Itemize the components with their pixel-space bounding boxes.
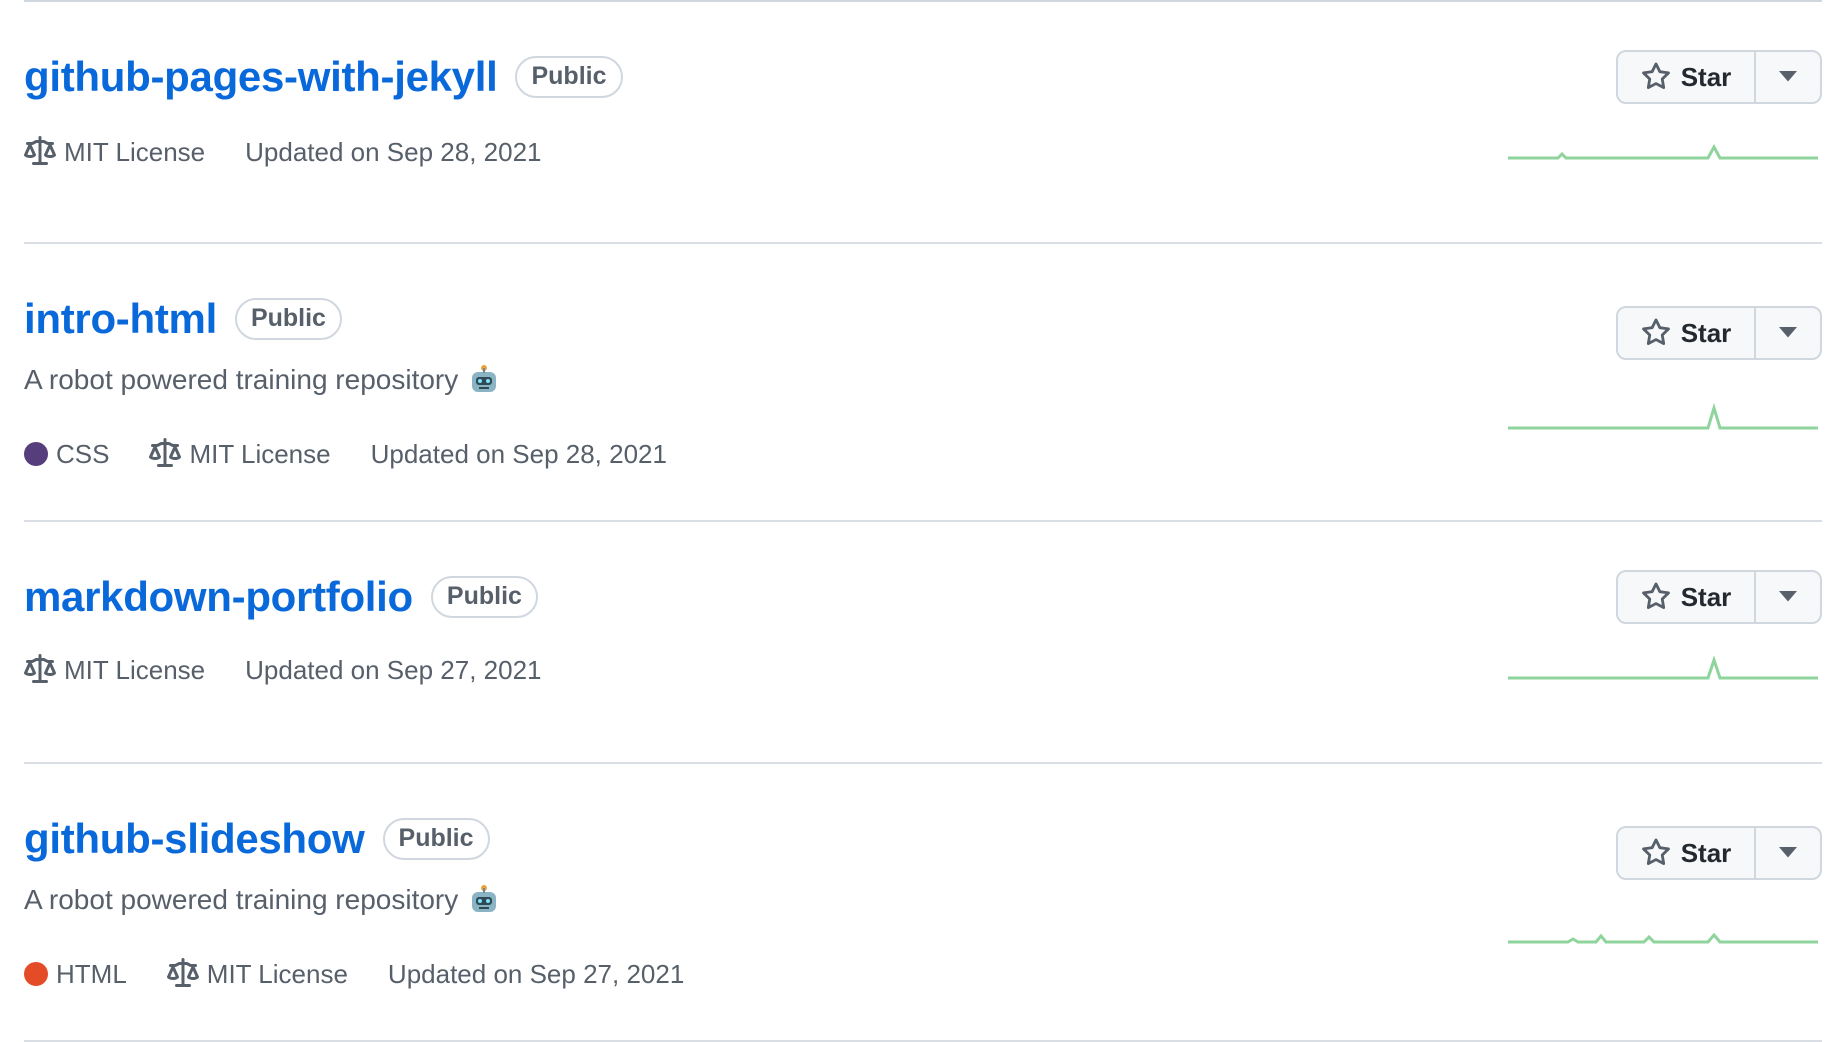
star-icon (1641, 838, 1670, 866)
repo-title-row: intro-html Public (24, 298, 342, 340)
activity-sparkline (1508, 143, 1818, 160)
license-item[interactable]: MIT License (149, 438, 331, 470)
star-button-group: Star (1616, 570, 1822, 624)
updated-date: Updated on Sep 27, 2021 (387, 958, 685, 989)
star-list-dropdown-button[interactable] (1756, 308, 1820, 358)
activity-sparkline (1508, 932, 1818, 944)
repo-description: A robot powered training repository (24, 884, 500, 916)
visibility-badge: Public (430, 576, 538, 618)
description-text: A robot powered training repository (24, 884, 459, 915)
repo-item: github-slideshow Public A robot powered … (24, 762, 1822, 1042)
license-label: MIT License (64, 136, 206, 167)
star-label: Star (1680, 581, 1732, 612)
triangle-down-icon (1779, 847, 1797, 858)
star-label: Star (1680, 837, 1732, 868)
language-name: HTML (56, 958, 127, 989)
repo-description: A robot powered training repository (24, 364, 500, 396)
triangle-down-icon (1779, 327, 1797, 338)
language-color-dot (24, 442, 48, 466)
repo-item: github-pages-with-jekyll Public MIT Lice… (24, 0, 1822, 244)
license-label: MIT License (189, 438, 331, 469)
repo-name-link[interactable]: markdown-portfolio (24, 576, 413, 618)
repo-title-row: github-pages-with-jekyll Public (24, 56, 623, 98)
activity-sparkline (1508, 402, 1818, 430)
repo-name-link[interactable]: github-slideshow (24, 818, 365, 860)
visibility-badge: Public (234, 298, 342, 340)
license-label: MIT License (64, 654, 206, 685)
star-button[interactable]: Star (1618, 308, 1756, 358)
repo-title-row: github-slideshow Public (24, 818, 490, 860)
star-list-dropdown-button[interactable] (1756, 52, 1820, 102)
star-icon (1641, 62, 1670, 90)
law-icon (24, 654, 56, 683)
star-button[interactable]: Star (1618, 52, 1756, 102)
robot-emoji (472, 365, 497, 392)
robot-emoji (472, 885, 497, 912)
updated-date: Updated on Sep 28, 2021 (245, 136, 542, 167)
license-item[interactable]: MIT License (166, 958, 348, 990)
star-button-group: Star (1616, 306, 1822, 360)
repo-name-link[interactable]: intro-html (24, 298, 217, 340)
visibility-badge: Public (515, 56, 623, 98)
license-label: MIT License (206, 958, 348, 989)
law-icon (149, 438, 182, 467)
star-button[interactable]: Star (1618, 572, 1756, 622)
updated-date: Updated on Sep 28, 2021 (370, 438, 667, 469)
language-item: CSS (24, 439, 109, 470)
triangle-down-icon (1779, 71, 1797, 82)
triangle-down-icon (1779, 591, 1797, 602)
repo-item: intro-html Public A robot powered traini… (24, 242, 1822, 522)
visibility-badge: Public (382, 818, 490, 860)
repo-meta: HTML MIT License Updated on Sep 27, 2021 (24, 958, 724, 990)
updated-date: Updated on Sep 27, 2021 (245, 654, 542, 685)
repo-meta: MIT License Updated on Sep 27, 2021 (24, 654, 582, 686)
language-name: CSS (56, 438, 110, 469)
repo-meta: MIT License Updated on Sep 28, 2021 (24, 136, 582, 168)
language-color-dot (24, 962, 48, 986)
license-item[interactable]: MIT License (24, 654, 205, 686)
license-item[interactable]: MIT License (24, 136, 205, 168)
star-icon (1641, 582, 1670, 610)
star-button-group: Star (1616, 50, 1822, 104)
star-label: Star (1680, 317, 1732, 348)
star-label: Star (1680, 61, 1732, 92)
star-list-dropdown-button[interactable] (1756, 572, 1820, 622)
law-icon (24, 136, 56, 165)
activity-sparkline (1508, 655, 1818, 680)
star-button-group: Star (1616, 826, 1822, 880)
star-icon (1641, 318, 1670, 346)
repo-title-row: markdown-portfolio Public (24, 576, 538, 618)
language-item: HTML (24, 959, 127, 990)
repo-name-link[interactable]: github-pages-with-jekyll (24, 56, 498, 98)
law-icon (166, 958, 199, 987)
repo-item: markdown-portfolio Public MIT License Up… (24, 520, 1822, 764)
description-text: A robot powered training repository (24, 364, 459, 395)
star-button[interactable]: Star (1618, 828, 1756, 878)
star-list-dropdown-button[interactable] (1756, 828, 1820, 878)
repo-meta: CSS MIT License Updated on Sep 28, 2021 (24, 438, 707, 470)
